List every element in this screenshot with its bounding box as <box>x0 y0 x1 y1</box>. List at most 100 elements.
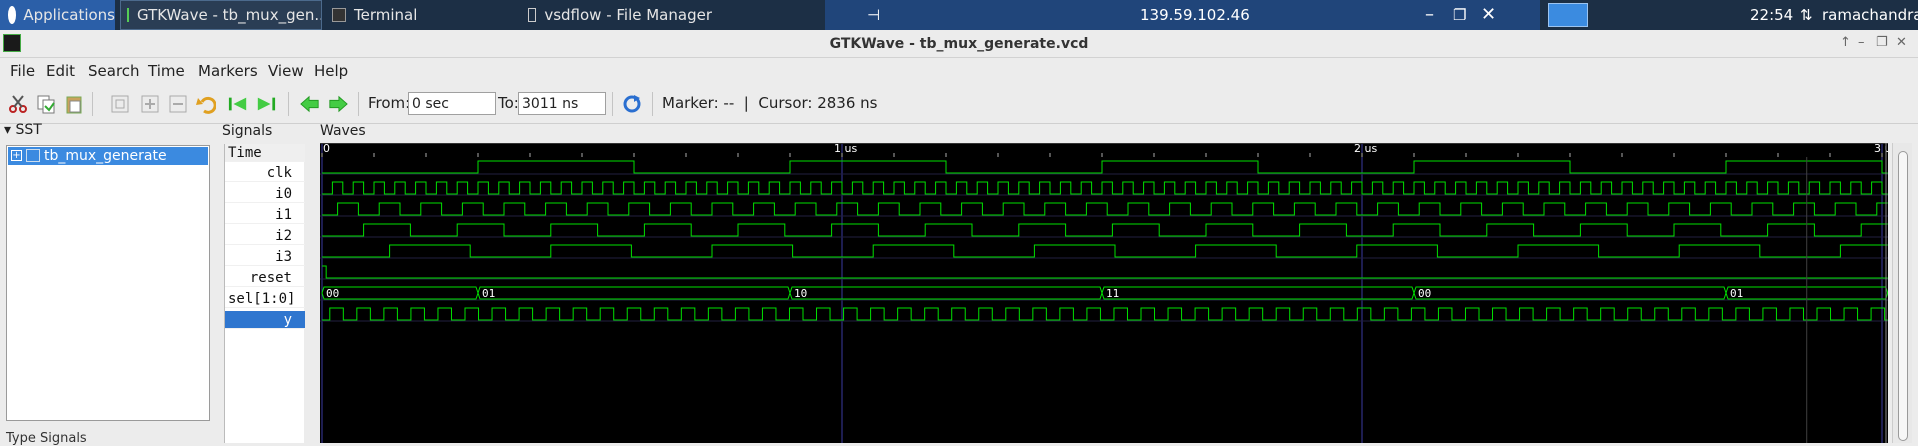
menu-help[interactable]: Help <box>314 62 348 80</box>
scroll-left-icon[interactable] <box>300 94 320 114</box>
signal-clk[interactable]: clk <box>225 164 305 182</box>
wave-sel-segment <box>1101 286 1415 300</box>
menu-markers[interactable]: Markers <box>198 62 258 80</box>
paste-icon[interactable] <box>64 94 84 114</box>
from-label: From: <box>368 94 411 112</box>
network-icon[interactable]: ⇅ <box>1800 6 1813 24</box>
wave-clk <box>322 160 1888 174</box>
module-icon <box>26 149 40 162</box>
window-close-icon[interactable]: ✕ <box>1896 35 1907 50</box>
window-maximize-icon[interactable]: ❐ <box>1876 35 1888 50</box>
bus-value-label: 01 <box>1730 287 1743 300</box>
applications-menu-button[interactable]: Applications <box>0 0 115 30</box>
window-minimize-icon[interactable]: – <box>1858 35 1865 50</box>
wave-sel-segment <box>1413 286 1727 300</box>
menu-file[interactable]: File <box>10 62 35 80</box>
collapse-triangle-icon[interactable]: ▾ <box>4 122 11 138</box>
wave-sel-segment <box>477 286 791 300</box>
task-label: GTKWave - tb_mux_gen... <box>137 6 322 24</box>
remote-session-bar: ⊣ 139.59.102.46 – ❐ ✕ <box>825 0 1540 30</box>
signal-i3[interactable]: i3 <box>225 248 305 266</box>
window-titlebar: GTKWave - tb_mux_generate.vcd ↑ – ❐ ✕ <box>0 30 1918 58</box>
zoom-fit-icon[interactable] <box>110 94 130 114</box>
user-name[interactable]: ramachandran <box>1822 6 1918 24</box>
task-label: vsdflow - File Manager <box>544 6 712 24</box>
zoom-in-icon[interactable] <box>140 94 160 114</box>
menubar: File Edit Search Time Markers View Help <box>0 58 1918 84</box>
waves-header: Waves <box>320 123 366 139</box>
bus-value-label: 01 <box>482 287 495 300</box>
from-field[interactable] <box>408 92 496 115</box>
signal-reset[interactable]: reset <box>225 269 305 287</box>
pin-icon[interactable]: ⊣ <box>867 6 880 24</box>
tree-item-tb-mux-generate[interactable]: + tb_mux_generate <box>8 147 208 165</box>
marker-cursor-status: Marker: -- | Cursor: 2836 ns <box>662 94 878 112</box>
signal-time[interactable]: Time <box>225 144 305 162</box>
menu-search[interactable]: Search <box>88 62 140 80</box>
applications-label: Applications <box>23 6 115 24</box>
wave-sel-segment <box>321 286 479 300</box>
menu-time[interactable]: Time <box>148 62 185 80</box>
scroll-right-icon[interactable] <box>328 94 348 114</box>
sst-header-label: SST <box>15 122 42 138</box>
signals-list: Time clk i0 i1 i2 i3 reset sel[1:0] y <box>224 144 305 443</box>
menu-edit[interactable]: Edit <box>46 62 75 80</box>
wave-y <box>322 307 1888 321</box>
window-title: GTKWave - tb_mux_generate.vcd <box>829 36 1089 52</box>
reload-icon[interactable] <box>622 94 642 114</box>
signal-i1[interactable]: i1 <box>225 206 305 224</box>
time-label: 1 us <box>834 143 857 155</box>
taskbar-item-terminal[interactable]: Terminal <box>326 0 516 30</box>
remote-ip: 139.59.102.46 <box>1140 6 1250 24</box>
zoom-out-icon[interactable] <box>168 94 188 114</box>
signals-header: Signals <box>222 123 273 139</box>
xfce-logo-icon <box>8 6 17 24</box>
gtkwave-icon <box>127 8 129 22</box>
signal-y[interactable]: y <box>225 311 305 329</box>
sst-header[interactable]: ▾ SST <box>4 122 42 138</box>
waveform-view[interactable]: 01 us2 us3 us000110110001 <box>320 143 1888 443</box>
folder-icon <box>528 8 537 22</box>
minimize-icon[interactable]: – <box>1425 4 1434 25</box>
sst-footer: Type Signals <box>6 431 87 446</box>
expand-icon[interactable]: + <box>11 150 22 161</box>
restore-icon[interactable]: ❐ <box>1453 6 1466 24</box>
copy-icon[interactable] <box>36 94 56 114</box>
workspace-switcher[interactable] <box>1548 3 1588 27</box>
taskbar-item-gtkwave[interactable]: GTKWave - tb_mux_gen... <box>120 0 322 30</box>
jump-end-icon[interactable] <box>256 94 276 114</box>
waves-vertical-scrollbar[interactable] <box>1892 143 1912 443</box>
wave-reset <box>322 265 1888 279</box>
task-label: Terminal <box>354 6 418 24</box>
undo-zoom-icon[interactable] <box>196 94 216 114</box>
terminal-icon <box>332 8 346 22</box>
to-label: To: <box>498 94 519 112</box>
time-label: 2 us <box>1354 143 1377 155</box>
jump-start-icon[interactable] <box>228 94 248 114</box>
clock[interactable]: 22:54 <box>1750 6 1793 24</box>
cut-icon[interactable] <box>8 94 28 114</box>
wave-sel-segment <box>789 286 1103 300</box>
wave-i2 <box>322 223 1888 237</box>
scrollbar-thumb[interactable] <box>1898 151 1908 441</box>
wave-i3 <box>322 244 1888 258</box>
bus-value-label: 11 <box>1106 287 1119 300</box>
taskbar: Applications GTKWave - tb_mux_gen... Ter… <box>0 0 1918 30</box>
wave-i1 <box>322 202 1888 216</box>
signal-sel[interactable]: sel[1:0] <box>225 290 305 308</box>
window-up-icon[interactable]: ↑ <box>1840 35 1851 50</box>
time-label: 0 <box>323 143 330 155</box>
to-field[interactable] <box>518 92 606 115</box>
sst-tree: + tb_mux_generate <box>6 145 210 421</box>
bus-value-label: 00 <box>1418 287 1431 300</box>
tree-item-label: tb_mux_generate <box>44 148 167 164</box>
close-icon[interactable]: ✕ <box>1481 4 1496 25</box>
bus-value-label: 10 <box>794 287 807 300</box>
menu-view[interactable]: View <box>268 62 304 80</box>
wave-i0 <box>322 181 1888 195</box>
signal-i2[interactable]: i2 <box>225 227 305 245</box>
taskbar-item-file-manager[interactable]: vsdflow - File Manager <box>522 0 712 30</box>
bus-value-label: 00 <box>326 287 339 300</box>
signal-i0[interactable]: i0 <box>225 185 305 203</box>
toolbar: From: To: Marker: -- | Cursor: 2836 ns <box>0 84 1918 124</box>
